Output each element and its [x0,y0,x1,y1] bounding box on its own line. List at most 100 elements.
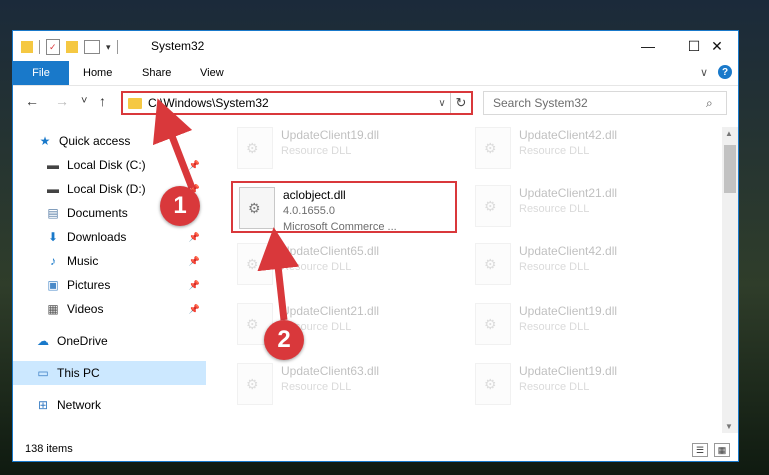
sidebar-item-downloads[interactable]: ⬇ Downloads 📌 [13,225,206,249]
address-dropdown-icon[interactable]: ∨ [434,98,450,109]
file-item[interactable]: ⚙ UpdateClient21.dll Resource DLL [469,181,695,233]
view-toggle: ☰ ▦ [692,443,730,457]
file-item[interactable]: ⚙ UpdateClient42.dll Resource DLL [469,123,695,175]
tab-file[interactable]: File [13,61,69,85]
file-type: Resource DLL [519,203,590,215]
download-icon: ⬇ [47,230,59,244]
file-type: Resource DLL [281,381,352,393]
ribbon-controls: ∨ ? [700,65,732,79]
dll-file-icon: ⚙ [475,303,511,345]
computer-icon: ▭ [37,366,49,380]
ribbon: File Home Share View ∨ ? [13,61,738,86]
scroll-down-icon[interactable]: ▼ [725,422,733,431]
close-button[interactable]: ✕ [694,31,740,61]
minimize-button[interactable]: — [625,31,671,61]
file-type: Resource DLL [519,145,590,157]
expand-ribbon-icon[interactable]: ∨ [700,66,708,79]
file-item[interactable]: ⚙ UpdateClient42.dll Resource DLL [469,239,695,291]
file-type: Resource DLL [281,261,352,273]
file-item[interactable]: ⚙ UpdateClient19.dll Resource DLL [231,123,457,175]
properties-icon[interactable]: ✓ [46,39,60,55]
search-input[interactable]: Search System32 ⌕ [483,91,727,115]
step-2-badge: 2 [264,320,304,360]
view-menu-icon[interactable] [84,40,100,54]
address-path[interactable]: C:\Windows\System32 [148,96,434,110]
recent-locations-button[interactable]: ˅ [81,95,87,107]
sidebar-item-pictures[interactable]: ▣ Pictures 📌 [13,273,206,297]
file-item-aclobject[interactable]: ⚙ aclobject.dll 4.0.1655.0 Microsoft Comme… [231,181,457,233]
new-folder-icon[interactable] [66,41,78,53]
vertical-scrollbar[interactable]: ▲ ▼ [722,127,738,433]
file-name: UpdateClient21.dll [281,304,380,318]
videos-icon: ▦ [47,302,59,316]
sidebar-item-videos[interactable]: ▦ Videos 📌 [13,297,206,321]
file-item[interactable]: ⚙ UpdateClient65.dll Resource DLL [231,239,457,291]
dll-file-icon: ⚙ [237,127,273,169]
sidebar-item-label: Documents [67,206,128,220]
network-icon: ⊞ [37,398,49,412]
dll-file-icon: ⚙ [475,185,511,227]
navigation-pane: ★ Quick access ▬ Local Disk (C:) 📌 ▬ Loc… [13,127,206,433]
pin-icon[interactable]: 📌 [189,256,200,267]
folder-icon [128,97,142,109]
sidebar-item-music[interactable]: ♪ Music 📌 [13,249,206,273]
refresh-icon[interactable]: ↻ [450,93,471,113]
help-icon[interactable]: ? [718,65,732,79]
sidebar-item-onedrive[interactable]: ☁ OneDrive [13,329,206,353]
music-icon: ♪ [50,254,56,268]
dll-file-icon: ⚙ [475,363,511,405]
file-item[interactable]: ⚙ UpdateClient19.dll Resource DLL [469,359,695,411]
file-name: UpdateClient19.dll [519,364,618,378]
file-item[interactable]: ⚙ UpdateClient63.dll Resource DLL [231,359,457,411]
drive-icon: ▬ [47,158,59,172]
toolbar-divider [39,40,40,54]
dll-file-icon: ⚙ [237,243,273,285]
sidebar-item-local-disk-c[interactable]: ▬ Local Disk (C:) 📌 [13,153,206,177]
up-button[interactable]: ↑ [99,93,106,109]
sidebar-item-label: Downloads [67,230,127,244]
sidebar-item-label: Music [67,254,99,268]
address-bar[interactable]: C:\Windows\System32 ∨ ↻ [121,91,473,115]
back-button[interactable]: ← [25,93,39,109]
step-1-badge: 1 [160,186,200,226]
sidebar-item-label: Pictures [67,278,111,292]
scrollbar-thumb[interactable] [724,145,736,193]
star-icon: ★ [39,134,51,148]
pin-icon[interactable]: 📌 [189,280,200,291]
file-name: UpdateClient19.dll [281,128,380,142]
cloud-icon: ☁ [37,334,49,348]
sidebar-item-label: Quick access [59,134,131,148]
file-name: UpdateClient63.dll [281,364,380,378]
pin-icon[interactable]: 📌 [189,304,200,315]
pictures-icon: ▣ [47,278,59,292]
file-list: ⚙ UpdateClient19.dll Resource DLL ⚙ Updat… [227,121,722,433]
tab-share[interactable]: Share [142,61,171,85]
pin-icon[interactable]: 📌 [189,160,200,171]
folder-icon [21,41,33,53]
scroll-up-icon[interactable]: ▲ [725,129,733,138]
pin-icon[interactable]: 📌 [189,232,200,243]
file-name: UpdateClient65.dll [281,244,380,258]
file-type: Resource DLL [519,381,590,393]
forward-button[interactable]: → [55,93,69,109]
sidebar-item-label: Videos [67,302,104,316]
file-name: aclobject.dll [283,188,346,202]
large-icons-view-icon[interactable]: ▦ [714,443,730,457]
sidebar-item-this-pc[interactable]: ▭ This PC [13,361,206,385]
file-type: Microsoft Commerce ... [283,221,397,233]
tab-home[interactable]: Home [83,61,112,85]
sidebar-item-label: Local Disk (C:) [67,158,146,172]
file-name: UpdateClient42.dll [519,128,618,142]
dll-file-icon: ⚙ [475,243,511,285]
toolbar-divider [116,40,118,54]
details-view-icon[interactable]: ☰ [692,443,708,457]
file-item[interactable]: ⚙ UpdateClient19.dll Resource DLL [469,299,695,351]
tab-view[interactable]: View [200,61,224,85]
sidebar-item-quick-access[interactable]: ★ Quick access [13,129,206,153]
customize-chevron-icon[interactable]: ▾ [106,42,111,53]
item-count: 138 items [25,443,73,455]
sidebar-item-label: OneDrive [57,334,108,348]
window-title: System32 [151,39,205,53]
sidebar-item-network[interactable]: ⊞ Network [13,393,206,417]
sidebar-item-label: Network [57,398,102,412]
